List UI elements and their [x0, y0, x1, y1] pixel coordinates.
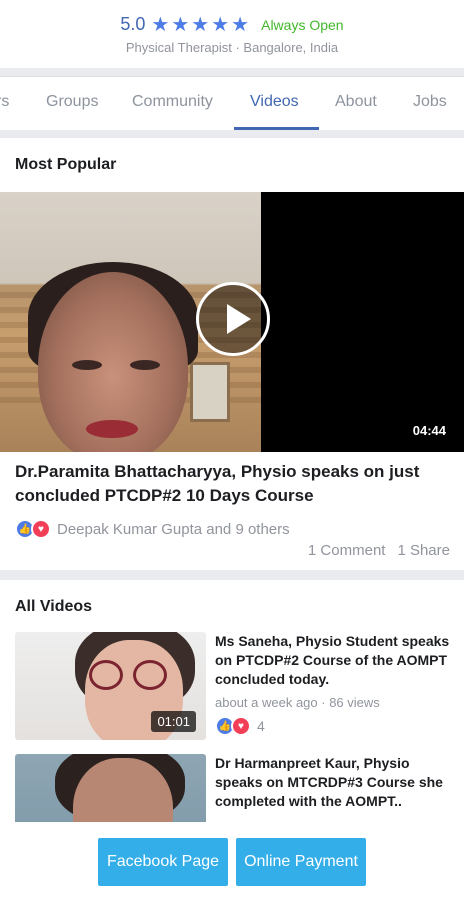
video-title[interactable]: Ms Saneha, Physio Student speaks on PTCD… [215, 632, 455, 689]
love-icon: ♥ [231, 716, 251, 736]
facebook-page-button[interactable]: Facebook Page [98, 838, 228, 886]
share-count[interactable]: 1 Share [397, 542, 450, 559]
rating-stars: ★ ★ ★ ★ ★ [151, 15, 249, 35]
star-icon: ★ [211, 13, 230, 36]
page-category: Physical Therapist · Bangalore, India [125, 40, 339, 55]
star-icon: ★ [231, 13, 250, 36]
rating-value: 5.0 [120, 14, 146, 34]
video-info: Dr Harmanpreet Kaur, Physio speaks on MT… [215, 754, 455, 811]
section-title: All Videos [15, 598, 93, 615]
star-icon: ★ [151, 13, 170, 36]
reaction-count: 4 [257, 718, 265, 734]
reactions-text: Deepak Kumar Gupta and 9 others [57, 520, 290, 538]
featured-video-title[interactable]: Dr.Paramita Bhattacharyya, Physio speaks… [15, 460, 455, 508]
tab-about[interactable]: About [335, 93, 377, 111]
tab-bar: rs Groups Community Videos About Jobs [0, 76, 464, 130]
list-item[interactable]: 01:01 Ms Saneha, Physio Student speaks o… [15, 632, 455, 742]
featured-video-player[interactable]: 04:44 [0, 192, 464, 452]
most-popular-section: Most Popular 04:44 Dr.Paramita Bhattacha… [0, 138, 464, 570]
video-title[interactable]: Dr Harmanpreet Kaur, Physio speaks on MT… [215, 754, 455, 811]
video-thumbnail[interactable]: 01:01 [15, 632, 206, 740]
star-icon: ★ [171, 13, 190, 36]
active-tab-indicator [234, 127, 319, 130]
tab-jobs[interactable]: Jobs [413, 93, 447, 111]
play-icon[interactable] [196, 282, 270, 356]
page-header: 5.0 ★ ★ ★ ★ ★ Always Open Physical Thera… [0, 0, 464, 68]
open-status: Always Open [261, 16, 344, 33]
online-payment-button[interactable]: Online Payment [236, 838, 366, 886]
tab-videos[interactable]: Videos [250, 93, 299, 111]
tab-community[interactable]: Community [132, 93, 213, 111]
tab-groups[interactable]: Groups [46, 93, 98, 111]
love-icon: ♥ [31, 519, 51, 539]
video-info: Ms Saneha, Physio Student speaks on PTCD… [215, 632, 455, 736]
section-title: Most Popular [15, 156, 117, 173]
video-duration: 04:44 [412, 423, 446, 438]
tab-partial[interactable]: rs [0, 93, 9, 111]
reactions-summary[interactable]: 👍 ♥ 4 [215, 716, 455, 736]
rating-row: 5.0 ★ ★ ★ ★ ★ Always Open [0, 14, 464, 35]
comment-count[interactable]: 1 Comment [308, 542, 386, 559]
reactions-summary[interactable]: 👍 ♥ Deepak Kumar Gupta and 9 others [15, 519, 290, 539]
video-meta: about a week ago · 86 views [215, 695, 380, 710]
engagement-counts: 1 Comment 1 Share [308, 542, 450, 559]
video-duration: 01:01 [151, 711, 196, 732]
star-icon: ★ [191, 13, 210, 36]
bottom-bar [0, 822, 464, 900]
